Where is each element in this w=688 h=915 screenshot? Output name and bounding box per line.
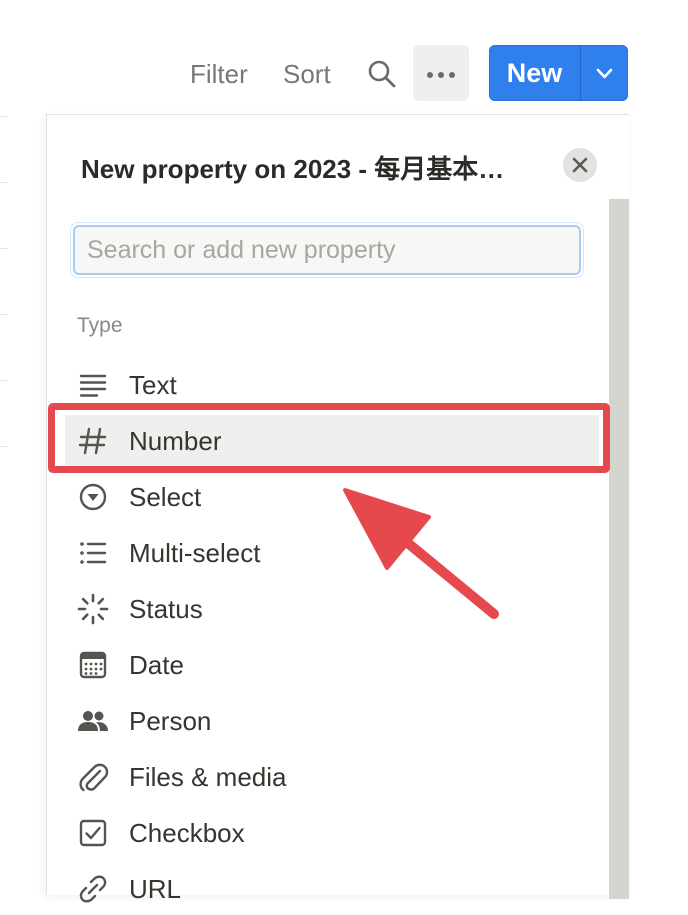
text-lines-icon: [79, 374, 107, 397]
property-type-files-media[interactable]: Files & media: [65, 751, 599, 803]
chevron-down-icon: [596, 68, 613, 79]
table-row-divider: [0, 446, 8, 447]
new-dropdown-button[interactable]: [581, 45, 628, 101]
table-row-divider: [0, 380, 8, 381]
close-button[interactable]: [563, 148, 597, 182]
checkbox-icon: [79, 819, 107, 847]
people-icon: [78, 711, 108, 731]
property-type-label: Select: [129, 482, 202, 512]
search-button[interactable]: [364, 56, 400, 92]
property-type-label: Multi-select: [129, 538, 261, 568]
property-type-label: Files & media: [129, 762, 287, 792]
table-row-divider: [0, 116, 8, 117]
status-spinner-icon: [77, 593, 109, 625]
table-row-divider: [0, 182, 8, 183]
search-icon: [368, 60, 396, 88]
select-circle-chevron-icon: [79, 483, 107, 511]
close-icon: [572, 157, 588, 173]
more-options-button[interactable]: [413, 45, 469, 101]
property-type-label: Date: [129, 650, 184, 680]
sort-button[interactable]: Sort: [283, 56, 331, 92]
table-row-divider: [0, 314, 8, 315]
bulleted-list-icon: [80, 542, 107, 564]
property-type-label: Checkbox: [129, 818, 245, 848]
property-type-date[interactable]: Date: [65, 639, 599, 691]
property-type-label: Status: [129, 594, 203, 624]
calendar-icon: [79, 651, 107, 679]
property-type-multi-select[interactable]: Multi-select: [65, 527, 599, 579]
property-type-label: URL: [129, 874, 182, 904]
property-type-select[interactable]: Select: [65, 471, 599, 523]
property-type-url[interactable]: URL: [65, 863, 599, 915]
property-type-status[interactable]: Status: [65, 583, 599, 635]
new-button[interactable]: New: [489, 45, 580, 101]
property-type-label: Person: [129, 706, 212, 736]
paperclip-icon: [79, 763, 109, 792]
new-property-panel: New property on 2023 - 每月基本… Type Text N…: [46, 114, 629, 904]
property-search-input[interactable]: [73, 225, 581, 275]
section-label-type: Type: [77, 314, 123, 337]
highlight-box: [48, 403, 610, 473]
new-button-group: New: [489, 45, 628, 101]
table-row-divider: [0, 248, 8, 249]
link-icon: [79, 875, 107, 903]
scrollbar[interactable]: [609, 199, 629, 899]
property-type-person[interactable]: Person: [65, 695, 599, 747]
filter-button[interactable]: Filter: [190, 56, 248, 92]
property-type-checkbox[interactable]: Checkbox: [65, 807, 599, 859]
panel-title: New property on 2023 - 每月基本…: [81, 154, 505, 184]
